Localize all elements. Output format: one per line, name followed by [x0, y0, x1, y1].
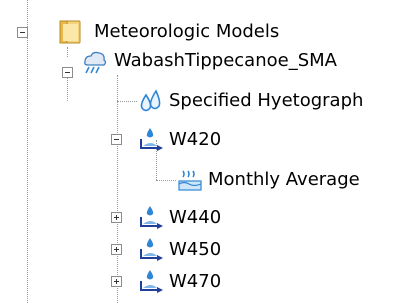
- subbasin-icon: [137, 126, 165, 154]
- tree-item-label: W420: [169, 129, 222, 150]
- expand-toggle-w450[interactable]: [111, 244, 122, 255]
- subbasin-icon: [137, 236, 165, 264]
- tree-item-label: Specified Hyetograph: [169, 90, 364, 111]
- tree-item-w470[interactable]: W470: [137, 267, 221, 297]
- folder-icon: [56, 18, 84, 46]
- evapotranspiration-icon: [176, 166, 204, 194]
- tree-item-wabash-tippecanoe[interactable]: WabashTippecanoe_SMA: [80, 46, 337, 76]
- tree-line: [117, 101, 137, 102]
- tree-item-label: W450: [169, 239, 222, 260]
- expand-toggle-w470[interactable]: [111, 276, 122, 287]
- meteorologic-model-icon: [80, 47, 108, 75]
- tree-item-w420[interactable]: W420: [137, 125, 221, 155]
- tree-item-label: WabashTippecanoe_SMA: [114, 50, 337, 71]
- tree-item-label: W470: [169, 271, 222, 292]
- tree-line: [27, 0, 28, 303]
- subbasin-icon: [137, 268, 165, 296]
- tree-item-monthly-average[interactable]: Monthly Average: [176, 165, 360, 195]
- collapse-toggle-w420[interactable]: [111, 134, 122, 145]
- project-tree: Meteorologic Models WabashTippecanoe_SMA…: [0, 0, 420, 303]
- expand-toggle-w440[interactable]: [111, 212, 122, 223]
- tree-item-specified-hyetograph[interactable]: Specified Hyetograph: [137, 86, 363, 116]
- tree-item-label: Monthly Average: [208, 169, 360, 190]
- tree-line: [117, 75, 118, 303]
- tree-item-w450[interactable]: W450: [137, 235, 221, 265]
- precipitation-drops-icon: [137, 87, 165, 115]
- subbasin-icon: [137, 204, 165, 232]
- collapse-toggle-wabash-tippecanoe[interactable]: [62, 67, 73, 78]
- tree-item-meteorologic-models[interactable]: Meteorologic Models: [56, 17, 279, 47]
- tree-item-label: Meteorologic Models: [94, 21, 280, 42]
- tree-item-w440[interactable]: W440: [137, 203, 221, 233]
- tree-item-label: W440: [169, 207, 222, 228]
- tree-line: [67, 47, 68, 57]
- tree-line: [156, 180, 176, 181]
- collapse-toggle-meteorologic-models[interactable]: [17, 27, 28, 38]
